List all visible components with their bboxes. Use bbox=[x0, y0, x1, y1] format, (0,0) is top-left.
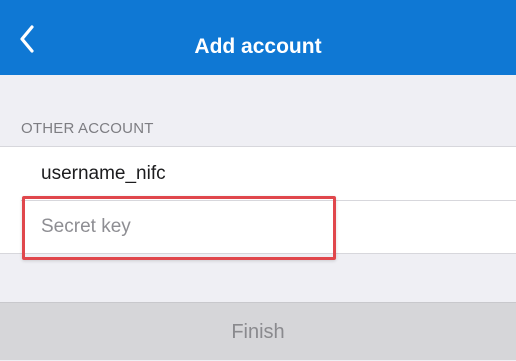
section-label-other-account: OTHER ACCOUNT bbox=[21, 120, 154, 137]
secret-key-input[interactable] bbox=[41, 207, 311, 247]
app-header: Add account bbox=[0, 0, 516, 75]
username-row[interactable]: username_nifc bbox=[0, 147, 516, 200]
page-title: Add account bbox=[194, 35, 322, 58]
username-field[interactable]: username_nifc bbox=[41, 147, 166, 200]
account-form: username_nifc bbox=[0, 146, 516, 254]
finish-button[interactable]: Finish bbox=[0, 302, 516, 360]
secret-key-row[interactable] bbox=[0, 201, 516, 254]
